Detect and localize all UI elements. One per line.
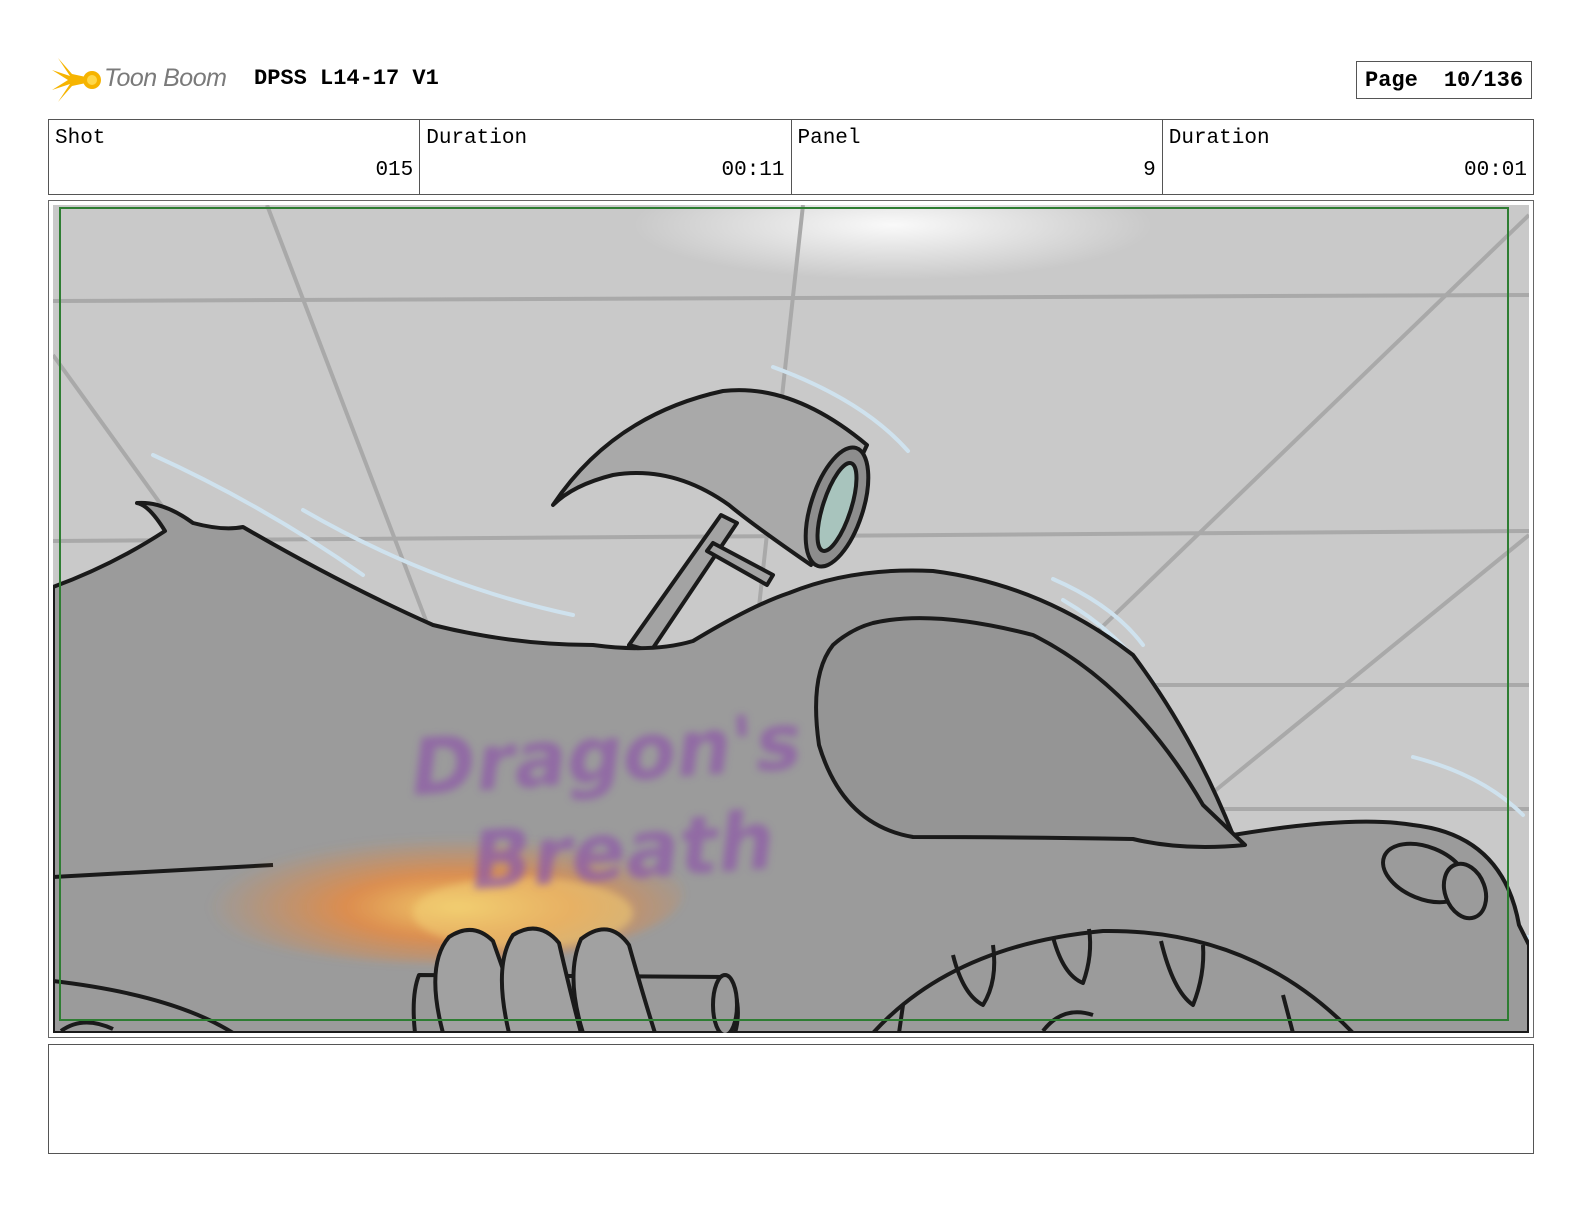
shot-info-row: Shot 015 Duration 00:11 Panel 9 Duration… (48, 119, 1534, 195)
page-label: Page (1365, 67, 1418, 93)
starburst-icon (52, 58, 101, 102)
panel-label: Panel (797, 127, 861, 150)
panel-duration-label: Duration (1168, 127, 1270, 150)
panel-cell: Panel 9 (792, 120, 1163, 194)
shot-duration-label: Duration (426, 127, 528, 150)
page-indicator: Page 10/136 (1356, 61, 1532, 99)
storyboard-panel: Dragon's Breath (48, 200, 1534, 1038)
panel-duration-cell: Duration 00:01 (1163, 120, 1533, 194)
project-title: DPSS L14-17 V1 (254, 66, 439, 91)
panel-duration-value: 00:01 (1463, 159, 1527, 182)
shot-cell: Shot 015 (49, 120, 421, 194)
shot-value: 015 (375, 159, 414, 182)
panel-notes-box[interactable] (48, 1044, 1534, 1154)
page-number: 10/136 (1443, 67, 1524, 93)
shot-duration-value: 00:11 (721, 159, 785, 182)
shot-label: Shot (55, 127, 106, 150)
panel-drawing: Dragon's Breath (53, 205, 1529, 1033)
toon-boom-logo: Toon Boom (52, 56, 242, 106)
logo-text: Toon Boom (104, 64, 227, 92)
shot-duration-cell: Duration 00:11 (420, 120, 792, 194)
panel-value: 9 (1143, 159, 1156, 182)
